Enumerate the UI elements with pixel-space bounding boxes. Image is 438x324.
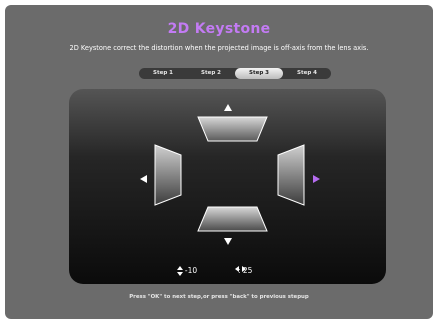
- keystone-left-shape: [154, 144, 182, 206]
- navigation-hint: Press "OK" to next step,or press "back" …: [129, 294, 309, 300]
- osd-screen: 2D Keystone 2D Keystone correct the dist…: [5, 5, 433, 319]
- triangle-up-icon[interactable]: [224, 104, 232, 111]
- tab-step-3[interactable]: Step 3: [235, 68, 283, 79]
- keystone-right-shape: [277, 144, 305, 206]
- keystone-panel: : -10 : 25: [69, 89, 386, 284]
- keystone-bottom-shape: [197, 206, 268, 232]
- tab-step-2[interactable]: Step 2: [187, 68, 235, 79]
- triangle-left-icon[interactable]: [140, 175, 147, 183]
- horizontal-readout: : 25: [235, 266, 252, 275]
- triangle-down-icon[interactable]: [224, 238, 232, 245]
- keystone-top-shape: [197, 116, 268, 142]
- page-title: 2D Keystone: [167, 21, 271, 37]
- tab-step-1[interactable]: Step 1: [139, 68, 187, 79]
- vertical-readout: : -10: [177, 266, 197, 276]
- tab-step-4[interactable]: Step 4: [283, 68, 331, 79]
- step-tabs: Step 1 Step 2 Step 3 Step 4: [139, 68, 331, 79]
- page-description: 2D Keystone correct the distortion when …: [69, 44, 369, 52]
- triangle-right-icon[interactable]: [313, 175, 320, 183]
